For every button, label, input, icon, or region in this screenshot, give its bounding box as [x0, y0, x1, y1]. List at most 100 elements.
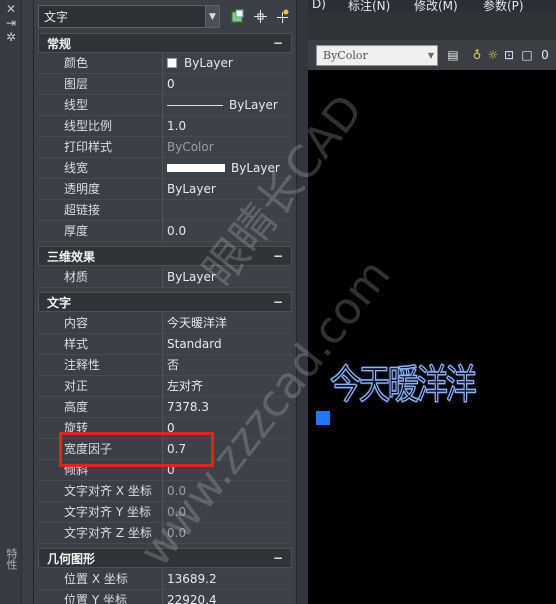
- prop-label: 内容: [38, 313, 162, 334]
- menu-item-parametric[interactable]: 参数(P): [483, 0, 524, 14]
- prop-value[interactable]: Standard: [162, 334, 292, 355]
- quick-select-icon[interactable]: [274, 8, 291, 25]
- panel-header: 文字 ▼: [38, 5, 292, 29]
- collapse-toggle[interactable]: −: [273, 551, 283, 565]
- prop-value: ByColor: [162, 137, 292, 158]
- prop-label: 位置 Y 坐标: [38, 590, 162, 604]
- palette-title: 特性: [5, 548, 18, 570]
- prop-label: 厚度: [38, 221, 162, 242]
- prop-row-linetype[interactable]: 线型 ByLayer: [38, 95, 292, 116]
- prop-row-height[interactable]: 高度 7378.3: [38, 397, 292, 418]
- prop-value-lineweight[interactable]: ByLayer: [162, 158, 292, 179]
- section-text[interactable]: 文字 −: [38, 292, 292, 312]
- prop-row-hyperlink[interactable]: 超链接: [38, 200, 292, 221]
- prop-row-justify[interactable]: 对正 左对齐: [38, 376, 292, 397]
- prop-row-align-x[interactable]: 文字对齐 X 坐标 0.0: [38, 481, 292, 502]
- toggle-pickadd-icon[interactable]: [230, 8, 247, 25]
- object-type-value: 文字: [44, 10, 69, 24]
- collapse-toggle[interactable]: −: [273, 36, 283, 50]
- settings-icon[interactable]: ✲: [4, 30, 18, 44]
- section-3d-effects[interactable]: 三维效果 −: [38, 246, 292, 266]
- prop-label: 文字对齐 Y 坐标: [38, 502, 162, 523]
- prop-label: 线宽: [38, 158, 162, 179]
- sun-icon[interactable]: ☼: [486, 48, 500, 62]
- prop-value[interactable]: [162, 200, 292, 221]
- menu-item-draw[interactable]: D): [312, 0, 326, 11]
- prop-row-plot-style[interactable]: 打印样式 ByColor: [38, 137, 292, 158]
- menu-item-dimension[interactable]: 标注(N): [348, 0, 390, 14]
- prop-label: 材质: [38, 267, 162, 288]
- prop-value-color[interactable]: ByLayer: [162, 53, 292, 74]
- selected-text-object[interactable]: 今天暖洋洋: [329, 352, 477, 410]
- prop-value: 0.0: [162, 481, 292, 502]
- pick-objects-icon[interactable]: [252, 8, 269, 25]
- section-general-title: 常规: [47, 36, 72, 51]
- prop-value[interactable]: 13689.2: [162, 569, 292, 590]
- prop-row-color[interactable]: 颜色 ByLayer: [38, 53, 292, 74]
- prop-label: 高度: [38, 397, 162, 418]
- prop-row-material[interactable]: 材质 ByLayer: [38, 267, 292, 288]
- prop-row-thickness[interactable]: 厚度 0.0: [38, 221, 292, 242]
- prop-value[interactable]: 0: [162, 74, 292, 95]
- prop-value[interactable]: 否: [162, 355, 292, 376]
- palette-grip[interactable]: [22, 0, 34, 604]
- autohide-icon[interactable]: ⇥: [4, 16, 18, 30]
- prop-row-linetype-scale[interactable]: 线型比例 1.0: [38, 116, 292, 137]
- close-icon[interactable]: ✕: [4, 2, 18, 16]
- prop-row-position-y[interactable]: 位置 Y 坐标 22920.4: [38, 590, 292, 604]
- color-square-icon[interactable]: □: [520, 48, 534, 62]
- prop-row-lineweight[interactable]: 线宽 ByLayer: [38, 158, 292, 179]
- prop-value[interactable]: 左对齐: [162, 376, 292, 397]
- chevron-down-icon[interactable]: ▼: [205, 6, 219, 27]
- collapse-toggle[interactable]: −: [273, 249, 283, 263]
- section-geometry[interactable]: 几何图形 −: [38, 548, 292, 568]
- menu-item-modify[interactable]: 修改(M): [414, 0, 458, 14]
- prop-row-transparency[interactable]: 透明度 ByLayer: [38, 179, 292, 200]
- panel-scrollbar[interactable]: [296, 0, 308, 604]
- prop-row-align-y[interactable]: 文字对齐 Y 坐标 0.0: [38, 502, 292, 523]
- prop-label: 超链接: [38, 200, 162, 221]
- section-general[interactable]: 常规 −: [38, 33, 292, 53]
- prop-label: 注释性: [38, 355, 162, 376]
- text-grip[interactable]: [316, 411, 330, 425]
- color-swatch: [167, 58, 177, 68]
- prop-value[interactable]: 今天暖洋洋: [162, 313, 292, 334]
- prop-value-text: ByLayer: [229, 97, 278, 112]
- prop-row-align-z[interactable]: 文字对齐 Z 坐标 0.0: [38, 523, 292, 544]
- palette-title-strip: ✕ ⇥ ✲ 特性: [0, 0, 22, 604]
- prop-label: 样式: [38, 334, 162, 355]
- prop-value-text: ByLayer: [231, 160, 280, 175]
- prop-value[interactable]: ByLayer: [162, 267, 292, 288]
- prop-row-style[interactable]: 样式 Standard: [38, 334, 292, 355]
- prop-label: 图层: [38, 74, 162, 95]
- prop-value[interactable]: ByLayer: [162, 179, 292, 200]
- plot-style-value: ByColor: [323, 49, 368, 62]
- width-factor-highlight: [59, 432, 214, 467]
- prop-value[interactable]: 22920.4: [162, 590, 292, 604]
- prop-row-annotative[interactable]: 注释性 否: [38, 355, 292, 376]
- properties-toolbar: ByColor ▼ ▤ ♁ ☼ ⊡ □ 0: [308, 40, 556, 70]
- object-type-select[interactable]: 文字 ▼: [38, 5, 220, 28]
- prop-value: 0.0: [162, 523, 292, 544]
- zero-icon[interactable]: 0: [538, 48, 552, 62]
- prop-row-contents[interactable]: 内容 今天暖洋洋: [38, 313, 292, 334]
- collapse-toggle[interactable]: −: [273, 295, 283, 309]
- section-text-title: 文字: [47, 295, 72, 310]
- drawing-canvas[interactable]: 今天暖洋洋: [308, 70, 556, 604]
- prop-value[interactable]: 7378.3: [162, 397, 292, 418]
- prop-value[interactable]: 0.0: [162, 221, 292, 242]
- lock-icon[interactable]: ⊡: [502, 48, 516, 62]
- section-3d-title: 三维效果: [47, 249, 96, 264]
- prop-value[interactable]: 1.0: [162, 116, 292, 137]
- layer-icon[interactable]: ▤: [446, 48, 460, 62]
- prop-label: 线型比例: [38, 116, 162, 137]
- prop-row-position-x[interactable]: 位置 X 坐标 13689.2: [38, 569, 292, 590]
- linetype-preview: [167, 104, 223, 106]
- section-geometry-title: 几何图形: [47, 551, 96, 566]
- prop-value-linetype[interactable]: ByLayer: [162, 95, 292, 116]
- chevron-down-icon[interactable]: ▼: [425, 46, 437, 65]
- plot-style-select[interactable]: ByColor ▼: [316, 45, 438, 66]
- prop-row-layer[interactable]: 图层 0: [38, 74, 292, 95]
- lightbulb-icon[interactable]: ♁: [470, 48, 484, 62]
- properties-panel: 文字 ▼ 常规 − 颜色 ByLayer 图层 0 线型 ByLayer 线型比…: [34, 0, 296, 604]
